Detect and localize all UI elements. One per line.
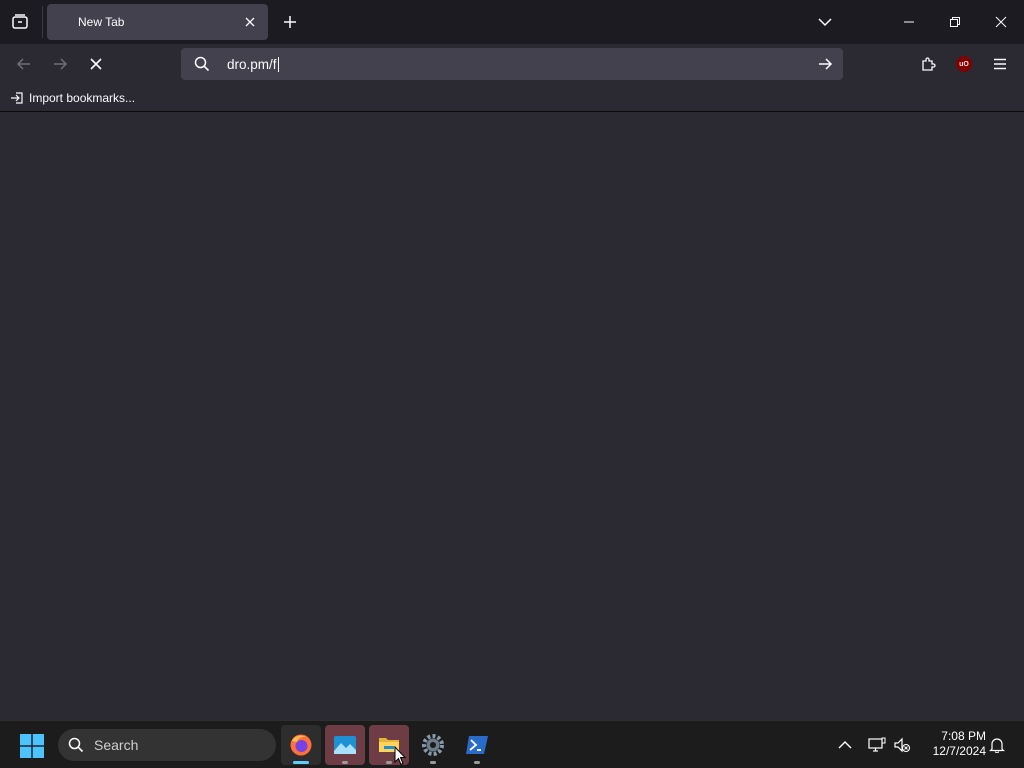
running-indicator — [386, 761, 392, 764]
stop-button[interactable] — [82, 50, 110, 78]
taskbar-app-photos[interactable] — [325, 725, 365, 765]
search-icon — [194, 56, 210, 72]
go-button[interactable] — [815, 54, 835, 74]
page-content[interactable] — [0, 113, 1024, 720]
mouse-cursor-icon — [394, 746, 406, 766]
stop-icon — [90, 58, 102, 70]
url-bar[interactable]: dro.pm/f — [181, 48, 843, 80]
forward-button[interactable] — [46, 50, 74, 78]
volume-muted-icon — [894, 737, 911, 753]
firefox-view-button[interactable] — [6, 8, 34, 36]
list-all-tabs-button[interactable] — [813, 10, 837, 34]
firefox-view-icon — [12, 14, 28, 29]
close-window-button[interactable] — [978, 0, 1024, 44]
show-hidden-icons-button[interactable] — [833, 733, 857, 757]
app-menu-button[interactable] — [986, 50, 1014, 78]
url-value: dro.pm/f — [227, 57, 277, 72]
close-icon — [245, 17, 255, 27]
tab-strip: New Tab — [0, 0, 1024, 44]
restore-button[interactable] — [932, 0, 978, 44]
arrow-right-icon — [819, 58, 833, 70]
settings-gear-icon — [422, 734, 444, 756]
chevron-up-icon — [838, 741, 852, 749]
arrow-left-icon — [16, 58, 30, 70]
text-caret — [277, 57, 279, 72]
back-button[interactable] — [10, 50, 38, 78]
network-monitor-icon — [868, 737, 886, 752]
bell-icon — [989, 738, 1005, 753]
volume-button[interactable] — [890, 733, 914, 757]
taskbar-app-firefox[interactable] — [281, 725, 321, 765]
arrow-right-icon — [54, 58, 68, 70]
tab-title: New Tab — [78, 15, 125, 29]
taskbar: Search 7:08 PM 12/7/2024 — [0, 720, 1024, 768]
plus-icon — [284, 16, 296, 28]
hamburger-menu-icon — [994, 58, 1006, 70]
notifications-button[interactable] — [985, 733, 1009, 757]
tab-divider — [42, 6, 43, 38]
minimize-icon — [904, 21, 914, 23]
nav-toolbar: dro.pm/f uO — [0, 44, 1024, 84]
ublock-icon: uO — [956, 56, 972, 72]
photos-icon — [334, 736, 356, 754]
active-indicator — [293, 761, 309, 764]
puzzle-icon — [922, 57, 936, 71]
powershell-icon — [466, 736, 488, 754]
taskbar-app-powershell[interactable] — [457, 725, 497, 765]
running-indicator — [342, 761, 348, 764]
running-indicator — [430, 761, 436, 764]
tab-close-button[interactable] — [242, 14, 258, 30]
clock-date: 12/7/2024 — [932, 744, 986, 758]
taskbar-search-box[interactable]: Search — [58, 729, 276, 761]
chevron-down-icon — [818, 18, 832, 27]
minimize-button[interactable] — [886, 0, 932, 44]
bookmarks-toolbar: Import bookmarks... — [0, 84, 1024, 112]
import-bookmarks-label: Import bookmarks... — [29, 91, 136, 105]
taskbar-search-label: Search — [94, 737, 139, 753]
search-icon — [68, 737, 84, 753]
system-clock[interactable]: 7:08 PM 12/7/2024 — [920, 729, 986, 759]
url-input[interactable]: dro.pm/f — [227, 57, 279, 72]
import-icon — [11, 92, 23, 104]
extensions-button[interactable] — [914, 50, 942, 78]
windows-start-icon[interactable] — [20, 734, 44, 758]
tab-new-tab[interactable]: New Tab — [47, 4, 268, 40]
clock-time: 7:08 PM — [941, 729, 986, 743]
ublock-extension-button[interactable]: uO — [950, 50, 978, 78]
firefox-icon — [290, 734, 312, 756]
taskbar-app-settings[interactable] — [413, 725, 453, 765]
close-icon — [995, 16, 1007, 28]
new-tab-button[interactable] — [278, 10, 302, 34]
restore-icon — [950, 17, 960, 27]
import-bookmarks-button[interactable]: Import bookmarks... — [10, 90, 135, 106]
network-button[interactable] — [865, 733, 889, 757]
running-indicator — [474, 761, 480, 764]
